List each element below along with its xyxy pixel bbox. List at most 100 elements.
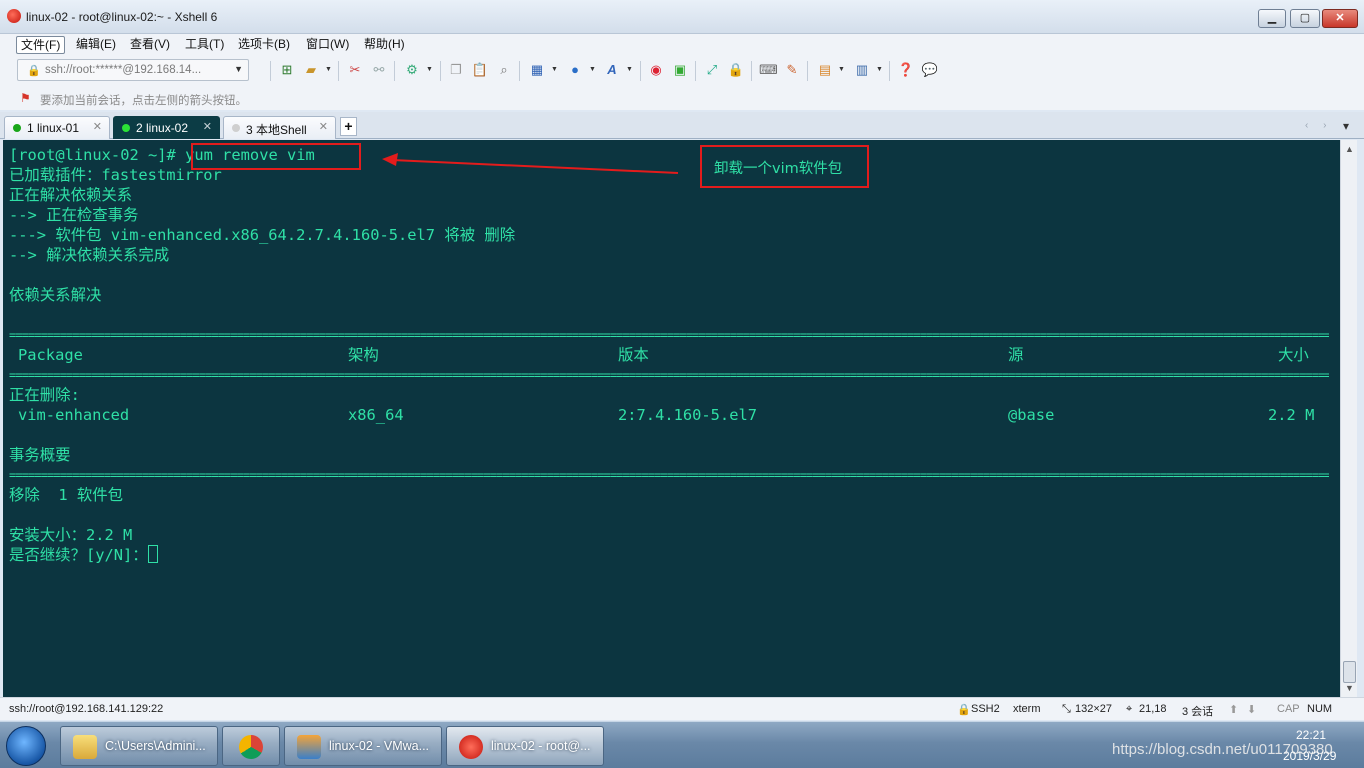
chevron-down-icon[interactable]: ▼	[426, 66, 433, 73]
help-icon[interactable]: ❓	[897, 61, 915, 79]
scroll-down-arrow-icon[interactable]: ▼	[1345, 683, 1354, 693]
taskbar-explorer[interactable]: C:\Users\Admini...	[60, 726, 218, 766]
shell-prompt: [root@linux-02 ~]#	[9, 146, 186, 164]
close-button[interactable]: ✕	[1322, 9, 1358, 28]
hint-text: 要添加当前会话，点击左侧的箭头按钮。	[40, 95, 247, 107]
chevron-down-icon[interactable]: ▼	[325, 66, 332, 73]
tab-linux-02[interactable]: 2 linux-02 ✕	[113, 116, 220, 139]
tab-scroll-arrows[interactable]: ‹ ›	[1305, 120, 1332, 131]
annotation-note: 卸载一个vim软件包	[714, 161, 843, 177]
annotation-note-box: 卸载一个vim软件包	[700, 145, 869, 188]
add-tab-button[interactable]: +	[340, 117, 357, 136]
session-address: ssh://root:******@192.168.14...	[45, 64, 202, 76]
windows-taskbar: C:\Users\Admini... linux-02 - VMwa... li…	[0, 721, 1364, 768]
summary-label: 事务概要	[9, 446, 71, 464]
menu-help[interactable]: 帮助(H)	[360, 36, 409, 54]
chevron-down-icon[interactable]: ▼	[876, 66, 883, 73]
column-header-arch: 架构	[348, 346, 379, 364]
menu-view[interactable]: 查看(V)	[126, 36, 174, 54]
lock-icon[interactable]: 🔒	[727, 61, 745, 79]
column-header-version: 版本	[618, 346, 649, 364]
terminal-line: --> 正在检查事务	[9, 206, 139, 224]
properties-icon[interactable]: ⚙	[403, 61, 421, 79]
reconnect-icon[interactable]: ⚯	[370, 61, 388, 79]
row-version: 2:7.4.160-5.el7	[618, 406, 757, 424]
menu-file[interactable]: 文件(F)	[16, 36, 66, 54]
tab-label: 3 本地Shell	[246, 123, 307, 137]
start-button[interactable]	[6, 726, 46, 766]
scroll-up-arrow-icon[interactable]: ▲	[1345, 144, 1354, 154]
down-arrow-icon[interactable]: ⬇	[1247, 703, 1256, 716]
tab-list-menu-icon[interactable]: ▾	[1343, 119, 1349, 133]
vmware-icon	[297, 735, 321, 759]
confirm-prompt-line: 是否继续？[y/N]：	[9, 545, 158, 565]
keyboard-icon[interactable]: ⌨	[759, 61, 778, 79]
cursor-icon: ⌖	[1126, 703, 1133, 715]
copy-icon[interactable]: ❐	[447, 61, 465, 79]
menu-tools[interactable]: 工具(T)	[181, 36, 228, 54]
tab-label: 1 linux-01	[27, 121, 80, 135]
open-folder-icon[interactable]: ▰	[302, 61, 320, 79]
xshell-logo-icon	[7, 9, 21, 23]
taskbar-xshell[interactable]: linux-02 - root@...	[446, 726, 604, 766]
scroll-thumb[interactable]	[1343, 661, 1356, 683]
separator-rule: ========================================…	[9, 470, 1329, 482]
bookmark-arrow-icon[interactable]: ⚑	[20, 91, 31, 105]
toolbar-separator	[270, 61, 271, 81]
chevron-down-icon[interactable]: ▼	[234, 64, 243, 74]
fullscreen-icon[interactable]: ⤢	[703, 61, 721, 79]
clock-date[interactable]: 2019/3/29	[1283, 749, 1336, 763]
taskbar-vmware[interactable]: linux-02 - VMwa...	[284, 726, 442, 766]
clock-time[interactable]: 22:21	[1296, 728, 1326, 742]
session-hint-bar: ⚑ 要添加当前会话，点击左侧的箭头按钮。	[0, 86, 1364, 110]
window-layout-icon[interactable]: ▥	[853, 61, 871, 79]
tab-linux-01[interactable]: 1 linux-01 ✕	[4, 116, 110, 139]
up-arrow-icon[interactable]: ⬆	[1229, 703, 1238, 716]
paste-icon[interactable]: 📋	[471, 61, 489, 79]
terminal-line: --> 解决依赖关系完成	[9, 246, 170, 264]
new-session-icon[interactable]: ⊞	[278, 61, 296, 79]
menu-edit[interactable]: 编辑(E)	[72, 36, 120, 54]
chevron-down-icon[interactable]: ▼	[838, 66, 845, 73]
taskbar-label: C:\Users\Admini...	[105, 739, 206, 753]
menu-window[interactable]: 窗口(W)	[302, 36, 353, 54]
confirm-prompt: 是否继续？[y/N]：	[9, 546, 148, 564]
session-address-combo[interactable]: 🔒 ssh://root:******@192.168.14... ▼	[17, 59, 249, 81]
chevron-down-icon[interactable]: ▼	[626, 66, 633, 73]
disconnect-icon[interactable]: ✂	[346, 61, 364, 79]
menu-tab[interactable]: 选项卡(B)	[234, 36, 294, 54]
tab-label: 2 linux-02	[136, 121, 189, 135]
chevron-down-icon[interactable]: ▼	[589, 66, 596, 73]
close-icon[interactable]: ✕	[319, 120, 328, 133]
find-icon[interactable]: ⌕	[495, 61, 513, 79]
tab-local-shell[interactable]: 3 本地Shell ✕	[223, 116, 336, 139]
maximize-button[interactable]: ▢	[1290, 9, 1320, 28]
separator-rule: ========================================…	[9, 330, 1329, 342]
lock-icon: 🔒	[27, 65, 41, 77]
toolbar-separator	[338, 61, 339, 81]
taskbar-chrome[interactable]	[222, 726, 280, 766]
xshell-icon[interactable]: ◉	[647, 61, 665, 79]
status-bar: ssh://root@192.168.141.129:22 🔒 SSH2 xte…	[0, 697, 1364, 720]
folder-icon	[73, 735, 97, 759]
column-header-repo: 源	[1008, 346, 1024, 364]
toolbar-separator	[440, 61, 441, 81]
separator-rule: ========================================…	[9, 370, 1329, 382]
status-dot	[13, 124, 21, 132]
close-icon[interactable]: ✕	[93, 120, 102, 133]
close-icon[interactable]: ✕	[203, 120, 212, 133]
command-highlight-box	[191, 143, 361, 170]
xftp-icon[interactable]: ▣	[671, 61, 689, 79]
highlight-icon[interactable]: ✎	[783, 61, 801, 79]
chat-icon[interactable]: 💬	[921, 61, 939, 79]
script-icon[interactable]: ▤	[816, 61, 834, 79]
row-size: 2.2 M	[1268, 406, 1315, 424]
globe-icon[interactable]: ●	[566, 61, 584, 79]
chevron-down-icon[interactable]: ▼	[551, 66, 558, 73]
font-icon[interactable]: A	[603, 61, 621, 79]
terminal-scrollbar[interactable]: ▲ ▼	[1340, 140, 1357, 697]
minimize-button[interactable]: ▁	[1258, 9, 1286, 28]
terminal-output[interactable]: [root@linux-02 ~]# yum remove vim 已加载插件：…	[3, 140, 1340, 697]
xshell-icon	[459, 735, 483, 759]
layout-icon[interactable]: ▦	[528, 61, 546, 79]
